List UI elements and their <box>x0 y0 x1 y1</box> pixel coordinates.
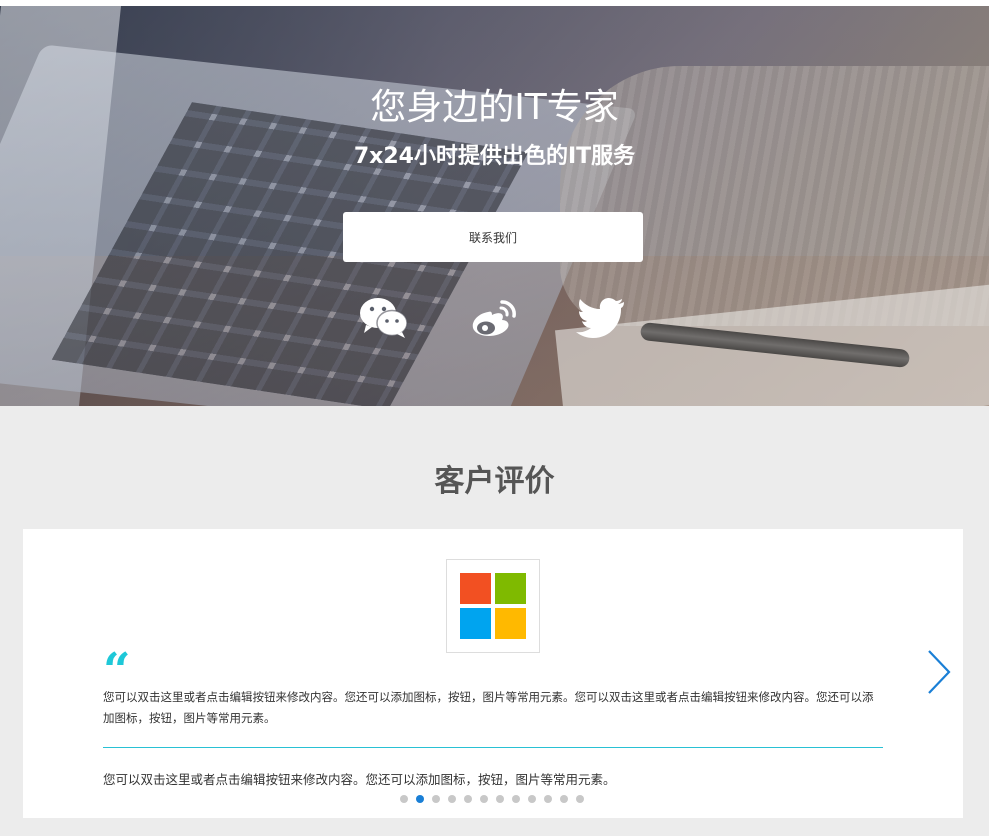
testimonial-card: “ 您可以双击这里或者点击编辑按钮来修改内容。您还可以添加图标，按钮，图片等常用… <box>23 529 963 818</box>
wechat-icon[interactable] <box>358 296 410 340</box>
testimonial-quote: 您可以双击这里或者点击编辑按钮来修改内容。您还可以添加图标，按钮，图片等常用元素… <box>103 690 874 725</box>
twitter-icon[interactable] <box>576 296 628 340</box>
carousel-dot[interactable] <box>480 795 488 803</box>
reviews-section-title: 客户评价 <box>434 464 555 499</box>
hero-banner: 您身边的IT专家 7x24小时提供出色的IT服务 联系我们 <box>0 6 989 406</box>
weibo-icon[interactable] <box>468 296 520 340</box>
testimonial-author: 您可以双击这里或者点击编辑按钮来修改内容。您还可以添加图标，按钮，图片等常用元素… <box>103 772 616 787</box>
carousel-dot[interactable] <box>576 795 584 803</box>
carousel-dot[interactable] <box>528 795 536 803</box>
carousel-dot[interactable] <box>400 795 408 803</box>
hero-subtitle: 7x24小时提供出色的IT服务 <box>353 144 636 169</box>
carousel-dot[interactable] <box>560 795 568 803</box>
hero-title: 您身边的IT专家 <box>370 87 619 128</box>
microsoft-logo <box>446 559 540 653</box>
contact-us-button[interactable]: 联系我们 <box>343 212 643 262</box>
logo-square-yellow <box>495 608 526 639</box>
logo-square-red <box>460 573 491 604</box>
carousel-dot[interactable] <box>448 795 456 803</box>
carousel-dot[interactable] <box>512 795 520 803</box>
logo-square-blue <box>460 608 491 639</box>
carousel-dot[interactable] <box>544 795 552 803</box>
logo-square-green <box>495 573 526 604</box>
carousel-dot[interactable] <box>432 795 440 803</box>
carousel-dot[interactable] <box>496 795 504 803</box>
carousel-next-arrow-icon[interactable] <box>925 648 953 696</box>
carousel-pagination <box>400 795 584 803</box>
carousel-dot[interactable] <box>416 795 424 803</box>
carousel-dot[interactable] <box>464 795 472 803</box>
divider <box>103 747 883 748</box>
